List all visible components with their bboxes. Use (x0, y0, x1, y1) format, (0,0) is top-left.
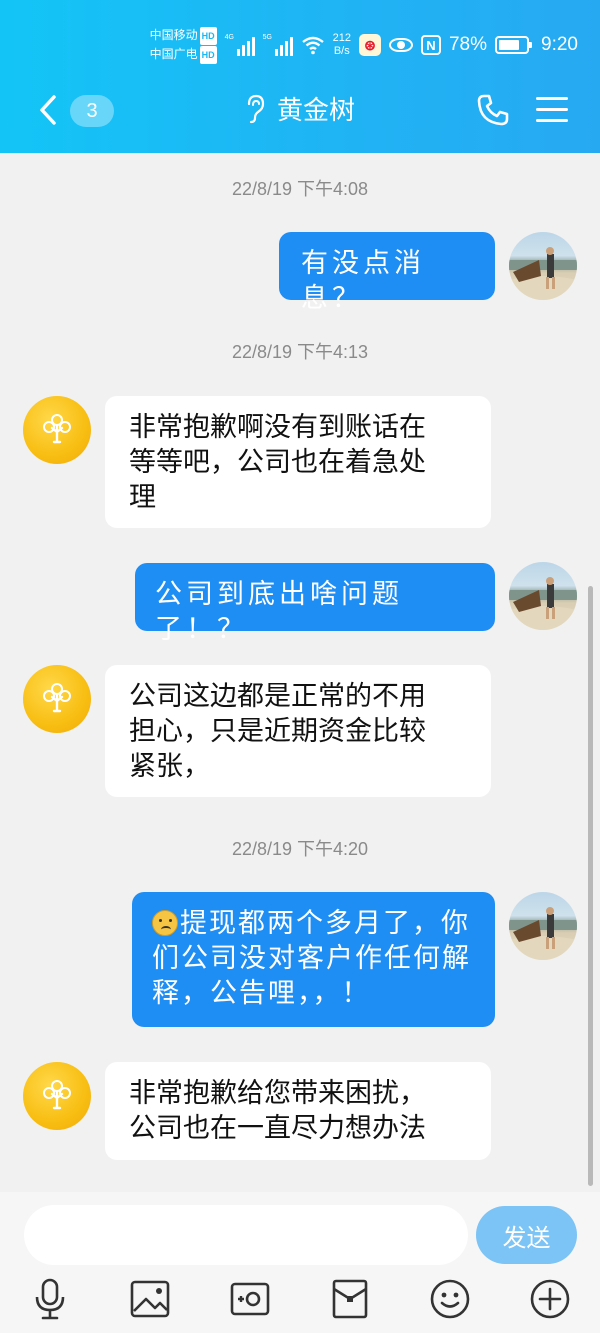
signal-icon: 5G (263, 34, 293, 56)
avatar-photo (509, 247, 577, 300)
weibo-icon: ⊛ (358, 34, 381, 56)
input-bar: 发送 (0, 1192, 600, 1333)
message-bubble-incoming[interactable]: 非常抱歉给您带来困扰， 公司也在一直尽力想办法 (105, 1062, 491, 1160)
carrier-2: 中国广电 (149, 47, 198, 61)
chat-title: 黄金树 (276, 96, 355, 126)
tree-logo-icon (43, 683, 71, 713)
wifi-icon (301, 36, 324, 55)
emoji-icon[interactable] (428, 1277, 472, 1321)
message-bubble-outgoing[interactable]: 提现都两个多月了，你 们公司没对客户作任何解 释，公告哩，，！ (132, 892, 495, 1027)
timestamp: 22/8/19 下午4:08 (231, 179, 369, 199)
signal-icon: 4G (225, 34, 255, 56)
camera-icon[interactable] (228, 1277, 272, 1321)
avatar[interactable] (509, 892, 577, 960)
carrier-1: 中国移动 (149, 28, 198, 42)
image-icon[interactable] (128, 1277, 172, 1321)
avatar[interactable] (23, 396, 91, 464)
clock: 9:20 (541, 34, 578, 55)
tree-logo-icon (43, 1080, 71, 1110)
hd-badge: HD (199, 46, 217, 64)
timestamp: 22/8/19 下午4:20 (231, 839, 369, 859)
timestamp: 22/8/19 下午4:13 (231, 342, 369, 362)
mic-icon[interactable] (28, 1277, 72, 1321)
status-bar: 中国移动 HD 中国广电 HD 4G 5G 212 B/s ⊛ N 78% 9:20 (150, 22, 578, 68)
scrollbar[interactable] (588, 586, 593, 1186)
battery-icon (495, 36, 533, 54)
chat-header: 中国移动 HD 中国广电 HD 4G 5G 212 B/s ⊛ N 78% 9:20 (0, 0, 600, 153)
menu-icon[interactable] (536, 97, 568, 123)
avatar-photo (509, 577, 577, 630)
tree-logo-icon (43, 414, 71, 444)
nfc-icon: N (420, 35, 441, 55)
ear-icon (247, 94, 265, 123)
net-speed: 212 B/s (332, 32, 351, 57)
message-bubble-incoming[interactable]: 公司这边都是正常的不用 担心，只是近期资金比较 紧张， (105, 665, 491, 797)
hd-badge: HD (199, 27, 217, 45)
eye-icon (388, 38, 413, 52)
message-bubble-outgoing[interactable]: 公司到底出啥问题了！？ (135, 563, 495, 645)
avatar[interactable] (509, 232, 577, 300)
toolbar (0, 1277, 600, 1325)
phone-icon[interactable] (476, 93, 510, 127)
avatar-photo (509, 907, 577, 960)
avatar[interactable] (23, 1062, 91, 1130)
avatar[interactable] (23, 665, 91, 733)
message-bubble-incoming[interactable]: 非常抱歉啊没有到账话在 等等吧，公司也在着急处 理 (105, 396, 491, 528)
plus-icon[interactable] (528, 1277, 572, 1321)
frown-emoji-icon (152, 910, 178, 936)
battery-percent: 78% (448, 34, 488, 55)
avatar[interactable] (509, 562, 577, 630)
message-bubble-outgoing[interactable]: 有没点消息？ (279, 232, 495, 314)
send-button[interactable]: 发送 (476, 1206, 577, 1264)
network-type-label: 4G (224, 34, 234, 41)
message-input[interactable] (24, 1205, 468, 1265)
network-type-label: 5G (262, 34, 272, 41)
red-packet-icon[interactable] (328, 1277, 372, 1321)
